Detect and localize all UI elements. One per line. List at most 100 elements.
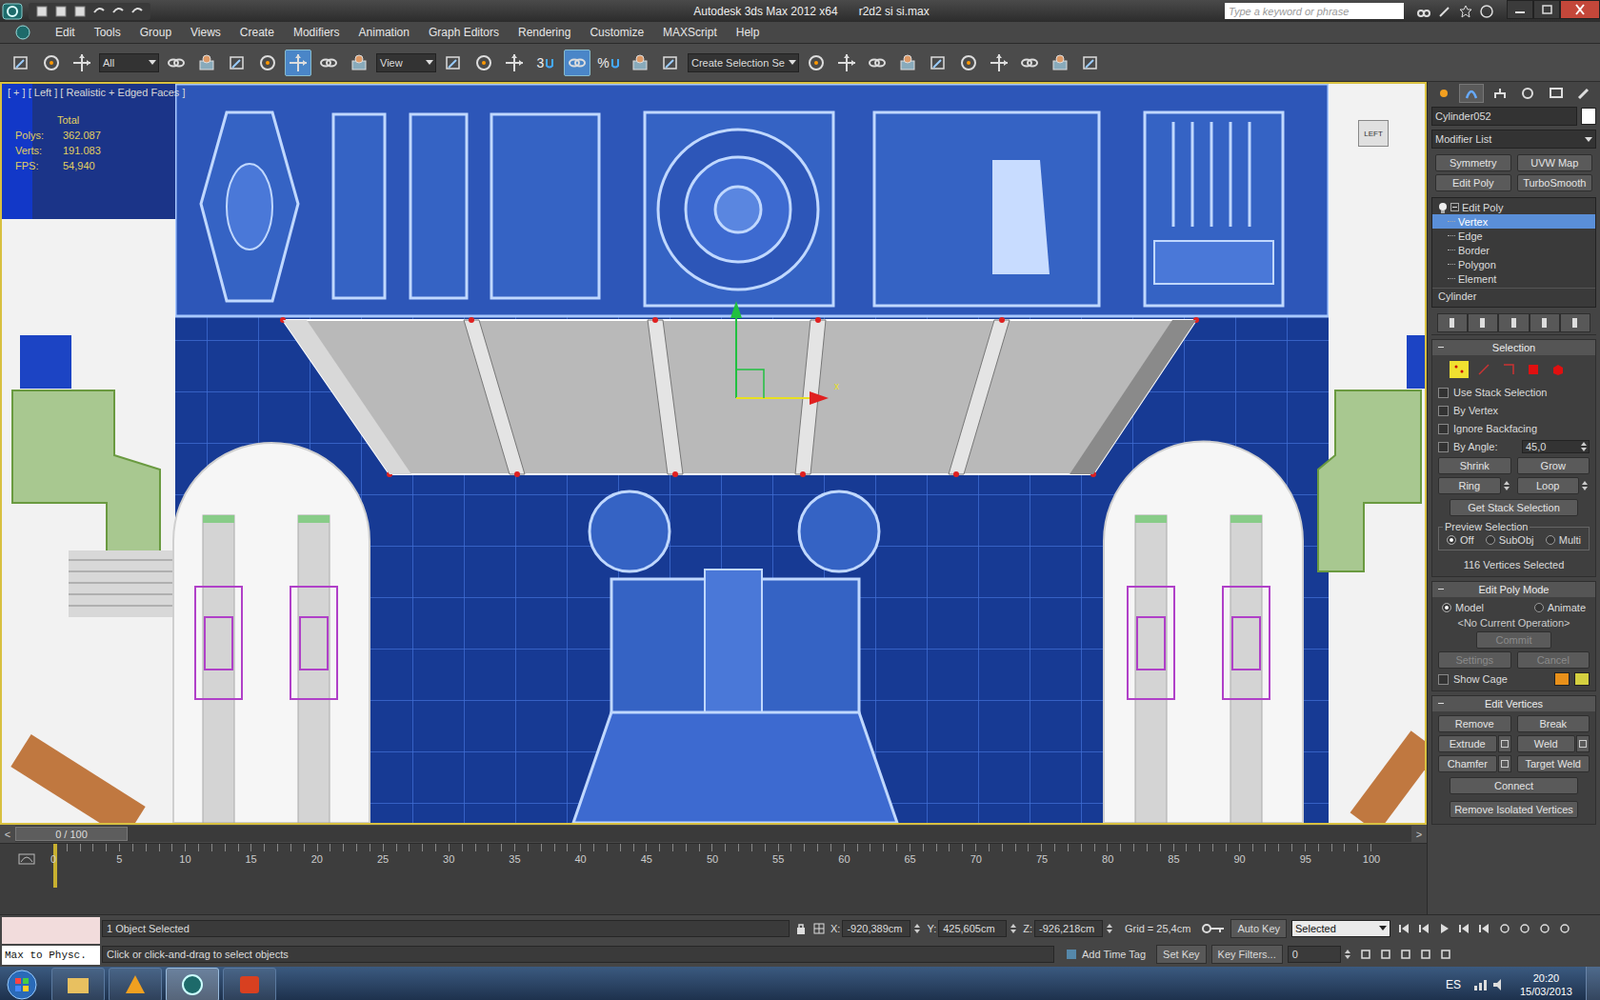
- motion-tab-icon[interactable]: [1515, 83, 1540, 103]
- angle-snap-icon[interactable]: [563, 49, 591, 77]
- spinner[interactable]: [1501, 480, 1512, 492]
- vertex-mode-icon[interactable]: [1449, 360, 1469, 379]
- lightbulb-icon[interactable]: [1438, 201, 1448, 214]
- show-desktop-button[interactable]: [1585, 966, 1600, 1000]
- spinner[interactable]: [1580, 480, 1590, 492]
- restore-icon[interactable]: [1533, 0, 1560, 20]
- track-bar[interactable]: 0510152025303540455055606570758085909510…: [0, 843, 1427, 915]
- pan-icon[interactable]: [1377, 945, 1395, 963]
- help-icon[interactable]: [1480, 4, 1494, 19]
- select-by-name-icon[interactable]: [193, 49, 220, 77]
- edit-vertex-button[interactable]: Remove Isolated Vertices: [1449, 800, 1579, 819]
- radio-button[interactable]: Off: [1446, 534, 1474, 546]
- key-icon[interactable]: [1200, 921, 1226, 936]
- utilities-tab-icon[interactable]: [1571, 83, 1597, 103]
- modify-tab-icon[interactable]: [1459, 83, 1484, 103]
- remove-modifier-icon[interactable]: [1529, 313, 1560, 333]
- tools-icon[interactable]: [1438, 4, 1452, 19]
- go-to-end-icon[interactable]: [1475, 920, 1493, 938]
- close-icon[interactable]: [1560, 0, 1600, 20]
- hierarchy-tab-icon[interactable]: [1487, 83, 1513, 103]
- edit-vertex-button[interactable]: Target Weld: [1517, 755, 1591, 773]
- clock[interactable]: 20:2015/03/2013: [1510, 971, 1582, 999]
- mode-button[interactable]: Cancel: [1517, 651, 1591, 669]
- spinner-snap-icon[interactable]: [626, 49, 654, 77]
- window-crossing-icon[interactable]: [254, 49, 281, 77]
- align-icon[interactable]: [833, 49, 860, 77]
- redo-icon[interactable]: [110, 3, 126, 20]
- named-sets-icon[interactable]: [657, 49, 684, 77]
- language-indicator[interactable]: ES: [1438, 978, 1469, 992]
- viewport-label[interactable]: [ + ] [ Left ] [ Realistic + Edged Faces…: [7, 86, 185, 99]
- edit-vertex-button[interactable]: Remove: [1438, 715, 1512, 733]
- polygon-mode-icon[interactable]: [1523, 360, 1543, 379]
- stack-item[interactable]: Edit Poly: [1432, 200, 1596, 215]
- settings-icon[interactable]: [1498, 735, 1512, 753]
- menu-item[interactable]: Create: [230, 25, 284, 40]
- zoom-icon[interactable]: [1497, 920, 1515, 938]
- rollout-header[interactable]: Edit Vertices: [1432, 696, 1596, 712]
- start-button-icon[interactable]: [5, 968, 39, 1000]
- material-editor-icon[interactable]: [985, 49, 1013, 77]
- play-icon[interactable]: [1435, 920, 1453, 938]
- snap-toggle[interactable]: 3: [531, 49, 560, 77]
- auto-key-button[interactable]: Auto Key: [1230, 919, 1287, 939]
- schematic-icon[interactable]: [955, 49, 982, 77]
- layers-icon[interactable]: [863, 49, 891, 77]
- display-tab-icon[interactable]: [1543, 83, 1569, 103]
- key-mode-dropdown[interactable]: Selected: [1291, 920, 1391, 938]
- rollout-header[interactable]: Selection: [1432, 340, 1596, 356]
- previous-frame-button[interactable]: <: [0, 828, 16, 840]
- rotate-icon[interactable]: [315, 49, 342, 77]
- mirror-icon[interactable]: [802, 49, 830, 77]
- rollout-header[interactable]: Edit Poly Mode: [1432, 581, 1596, 598]
- selection-button[interactable]: Grow: [1517, 457, 1591, 475]
- explorer-icon[interactable]: [51, 967, 105, 1000]
- select-object-icon[interactable]: [162, 49, 190, 77]
- time-tag[interactable]: Add Time Tag: [1059, 947, 1152, 961]
- modifier-button[interactable]: Edit Poly: [1435, 174, 1512, 192]
- rendered-frame-icon[interactable]: [1046, 49, 1074, 77]
- current-frame-field[interactable]: 0: [1287, 945, 1341, 963]
- checkbox[interactable]: By Vertex: [1438, 402, 1590, 419]
- toolbar-dropdown[interactable]: All: [99, 53, 160, 73]
- save-icon[interactable]: [72, 3, 88, 20]
- absolute-mode-icon[interactable]: [812, 921, 826, 936]
- bind-spacewarp-icon[interactable]: [68, 49, 96, 77]
- move-icon[interactable]: [284, 49, 312, 77]
- time-slider-thumb[interactable]: 0 / 100: [15, 826, 128, 841]
- selection-button[interactable]: Ring: [1438, 477, 1501, 495]
- stack-item[interactable]: Cylinder: [1432, 287, 1596, 303]
- next-frame-button[interactable]: >: [1411, 828, 1427, 840]
- edit-vertex-button[interactable]: Break: [1517, 715, 1591, 733]
- render-setup-icon[interactable]: [1016, 49, 1043, 77]
- menu-item[interactable]: Views: [180, 25, 231, 40]
- show-end-result-icon[interactable]: [1467, 313, 1499, 333]
- by-angle-checkbox[interactable]: By Angle: 45,0: [1438, 439, 1590, 455]
- zoom-all-icon[interactable]: [1517, 920, 1535, 938]
- menu-item[interactable]: MAXScript: [653, 25, 727, 40]
- keyboard-shortcut-icon[interactable]: [500, 49, 528, 77]
- collapse-icon[interactable]: [1450, 202, 1460, 212]
- stack-item[interactable]: Border: [1432, 242, 1596, 258]
- coordinate-field[interactable]: X:-920,389cm: [830, 920, 922, 938]
- application-menu-icon[interactable]: [0, 23, 46, 41]
- go-to-start-icon[interactable]: [1395, 920, 1413, 938]
- stack-item[interactable]: Vertex: [1432, 214, 1596, 229]
- set-key-button[interactable]: Set Key: [1156, 944, 1207, 964]
- app-logo-icon[interactable]: [1, 2, 23, 20]
- curve-editor-icon[interactable]: [924, 49, 952, 77]
- stack-item[interactable]: Edge: [1432, 228, 1596, 243]
- cage-color-swatch[interactable]: [1554, 672, 1570, 686]
- commit-button[interactable]: Commit: [1476, 631, 1552, 649]
- media-icon[interactable]: [222, 967, 277, 1000]
- radio-button[interactable]: Model: [1441, 601, 1484, 614]
- star-icon[interactable]: [1459, 4, 1473, 19]
- manipulate-icon[interactable]: [470, 49, 498, 77]
- menu-item[interactable]: Rendering: [508, 25, 580, 40]
- maximize-viewport-icon[interactable]: [1437, 945, 1455, 963]
- zoom-extents-all-icon[interactable]: [1557, 920, 1575, 938]
- pivot-icon[interactable]: [440, 49, 467, 77]
- checkbox[interactable]: Use Stack Selection: [1438, 384, 1590, 400]
- mode-button[interactable]: Settings: [1438, 651, 1512, 669]
